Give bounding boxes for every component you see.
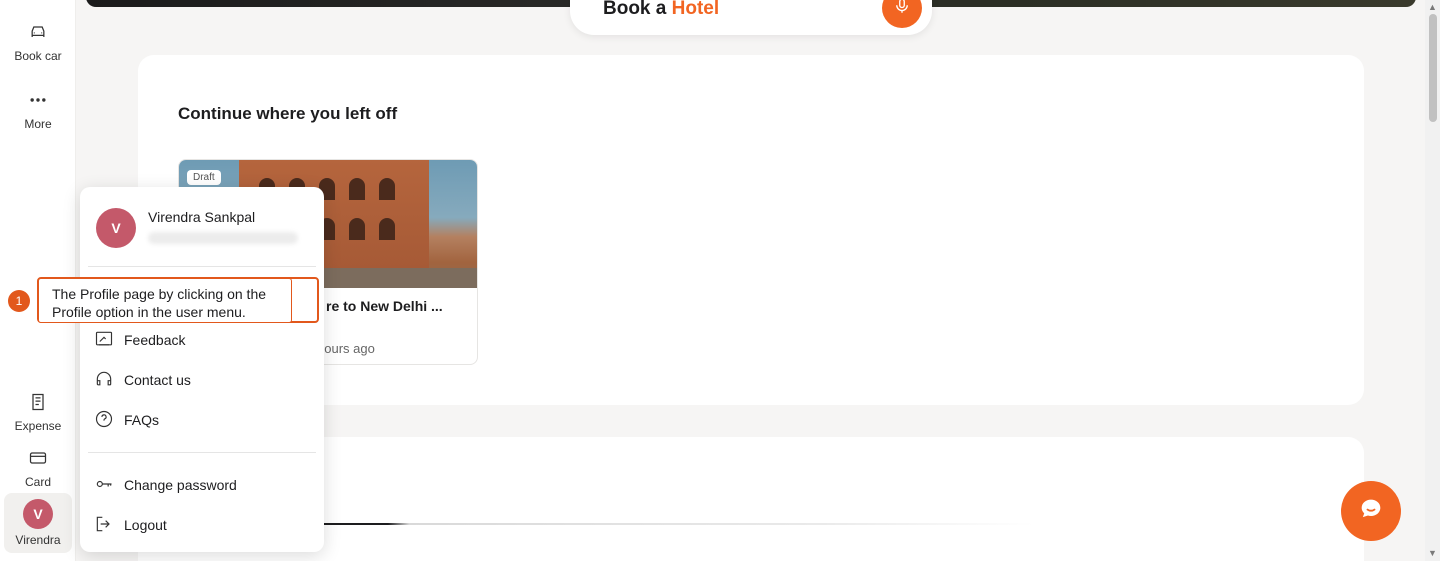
user-name: Virendra Sankpal — [148, 209, 256, 225]
sidebar-item-label: Virendra — [15, 533, 61, 547]
car-icon — [28, 22, 48, 45]
headset-icon — [94, 369, 124, 392]
draft-badge: Draft — [187, 170, 221, 185]
logout-icon — [94, 514, 124, 537]
sidebar-item-label: More — [24, 117, 52, 131]
menu-item-label: Feedback — [124, 332, 186, 348]
menu-item-logout[interactable]: Logout — [94, 510, 310, 540]
sidebar-item-book-car[interactable]: Book car — [4, 22, 72, 63]
key-icon — [94, 474, 124, 497]
chat-support-button[interactable] — [1341, 481, 1401, 541]
user-menu: V Virendra Sankpal Feedback Contact us F… — [80, 187, 324, 552]
divider — [88, 266, 316, 267]
divider — [88, 452, 316, 453]
microphone-icon — [893, 0, 911, 20]
receipt-icon — [28, 392, 48, 415]
card-icon — [28, 448, 48, 471]
menu-item-label: FAQs — [124, 412, 160, 428]
section-title: Continue where you left off — [178, 104, 398, 123]
user-email-blurred — [148, 232, 298, 244]
book-heading: Book a Hotel — [603, 0, 719, 20]
sidebar-item-label: Book car — [14, 49, 62, 63]
scroll-down-arrow-icon[interactable]: ▼ — [1428, 548, 1437, 558]
more-icon — [28, 90, 48, 113]
menu-item-label: Change password — [124, 477, 237, 493]
annotation-step-number: 1 — [8, 290, 30, 312]
trip-timestamp: hours ago — [317, 341, 375, 356]
book-search-pill[interactable]: Book a Hotel — [570, 0, 932, 35]
menu-item-label: Logout — [124, 517, 167, 533]
page-scrollbar[interactable]: ▲ ▼ — [1425, 0, 1440, 561]
sidebar-item-label: Card — [24, 475, 51, 489]
sidebar-item-more[interactable]: More — [4, 90, 72, 131]
book-accent-word: Hotel — [671, 0, 720, 19]
menu-item-contact-us[interactable]: Contact us — [94, 365, 310, 395]
tab-indicator — [324, 523, 1034, 525]
trip-title: re to New Delhi ... — [326, 298, 443, 314]
sidebar-item-profile[interactable]: V Virendra — [4, 493, 72, 553]
voice-search-button[interactable] — [882, 0, 922, 28]
menu-item-faqs[interactable]: FAQs — [94, 405, 310, 435]
sidebar-item-expense[interactable]: Expense — [4, 392, 72, 433]
feedback-icon — [94, 329, 124, 352]
annotation-tooltip: The Profile page by clicking on the Prof… — [38, 278, 292, 323]
scroll-up-arrow-icon[interactable]: ▲ — [1428, 2, 1437, 12]
avatar: V — [96, 208, 136, 248]
sidebar-item-card[interactable]: Card — [4, 448, 72, 489]
menu-item-feedback[interactable]: Feedback — [94, 325, 310, 355]
menu-item-label: Contact us — [124, 372, 191, 388]
menu-item-change-password[interactable]: Change password — [94, 470, 310, 500]
scroll-thumb[interactable] — [1429, 14, 1437, 122]
sidebar-item-label: Expense — [14, 419, 62, 433]
help-icon — [94, 409, 124, 432]
avatar: V — [23, 499, 53, 529]
book-prefix: Book a — [603, 0, 667, 19]
chat-icon — [1357, 495, 1385, 528]
